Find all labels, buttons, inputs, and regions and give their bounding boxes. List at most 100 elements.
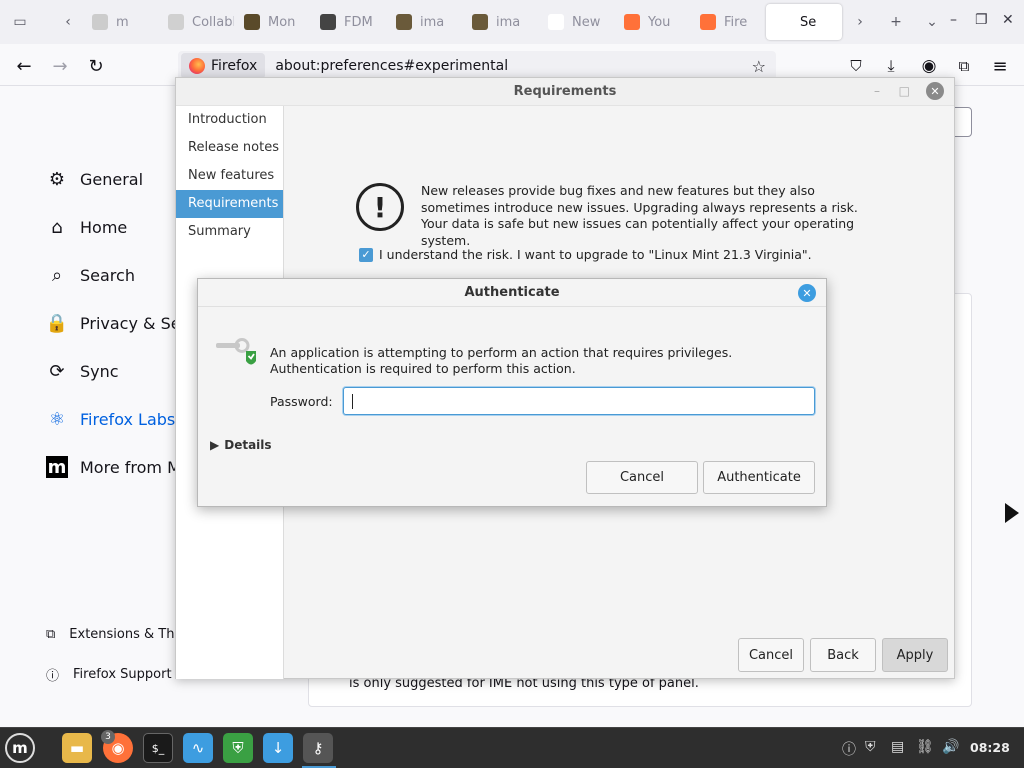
files-icon[interactable]: ▬ [62,733,92,763]
mint-menu-icon[interactable]: m [5,733,35,763]
gear-icon [776,14,792,30]
restore-icon[interactable]: ❐ [975,12,988,28]
search-icon: ⌕ [51,264,63,286]
system-monitor-icon[interactable]: ∿ [183,733,213,763]
browser-tab[interactable]: New [538,4,614,40]
notification-icon[interactable]: ⓘ [842,739,856,759]
extensions-themes-link[interactable]: ⧉ Extensions & Th [46,627,174,642]
tab-strip: ▭ ‹ m CollabN Mon FDM ima ima New You Fire Se › +… [0,0,1024,44]
upgrade-back-button[interactable]: Back [810,638,876,672]
labs-icon: ⚛ [48,408,66,430]
terminal-icon[interactable]: $_ [143,733,173,763]
settings-category-label: Home [80,217,128,237]
settings-category-label: Firefox Labs [80,409,176,429]
new-tab-icon[interactable]: + [882,8,910,36]
browser-tab[interactable]: FDM [310,4,386,40]
menu-icon[interactable]: ≡ [988,54,1012,78]
reload-icon[interactable]: ↻ [84,54,108,78]
settings-category[interactable]: ⟳ Sync [46,360,118,382]
browser-tab[interactable]: ima [386,4,462,40]
extensions-themes-label: Extensions & Th [69,627,175,642]
upgrade-step-item[interactable]: Requirements [176,190,283,218]
settings-category[interactable]: ⚙ General [46,168,143,190]
close-window-icon[interactable]: ✕ [1002,12,1014,28]
tab-label: CollabN [192,14,234,30]
scroll-tabs-right-icon[interactable]: › [846,8,874,36]
upgrade-step-item[interactable]: New features [176,162,283,190]
upgrade-step-item[interactable]: Introduction [176,106,283,134]
identity-box[interactable]: Firefox [181,53,266,79]
tab-favicon-icon [244,14,260,30]
tab-label: New [572,14,601,30]
clipboard-icon[interactable]: ▤ [891,739,904,755]
expander-arrow-icon: ▶ [210,438,220,452]
text-caret [352,394,353,409]
bookmark-star-icon[interactable]: ☆ [752,57,766,76]
update-manager-icon[interactable]: ⛨ [223,733,253,763]
settings-category[interactable]: ⌕ Search [46,264,135,286]
auth-close-icon[interactable]: ✕ [798,284,816,302]
upgrade-dialog-title: Requirements [176,78,954,106]
account-icon[interactable]: ◉ [917,54,941,78]
downloads-icon[interactable]: ⤓ [879,54,903,78]
upgrade-step-item[interactable]: Summary [176,218,283,246]
tab-favicon-icon [700,14,716,30]
forward-icon[interactable]: → [48,54,72,78]
browser-tab[interactable]: CollabN [158,4,234,40]
settings-category-label: General [80,169,144,189]
tab-list-icon[interactable]: ▭ [6,8,34,36]
list-all-tabs-icon[interactable]: ⌄ [918,8,946,36]
home-icon: ⌂ [51,216,63,238]
url-text[interactable]: about:preferences#experimental [275,58,508,74]
browser-tab[interactable]: Se [766,4,842,40]
tab-label: You [648,14,671,30]
upgrade-apply-button[interactable]: Apply [882,638,948,672]
download-manager-icon[interactable]: ↓ [263,733,293,763]
upgrade-cancel-button[interactable]: Cancel [738,638,804,672]
risk-checkbox-row[interactable]: ✓ I understand the risk. I want to upgra… [359,247,812,262]
password-field[interactable] [343,387,815,415]
browser-tab[interactable]: ima [462,4,538,40]
upgrade-minimize-icon[interactable]: – [874,84,880,98]
settings-category[interactable]: ⌂ Home [46,216,127,238]
auth-cancel-button[interactable]: Cancel [586,461,698,494]
shield-tray-icon[interactable]: ⛨ [865,739,876,755]
risk-label[interactable]: I understand the risk. I want to upgrade… [379,247,812,262]
tab-label: FDM [344,14,373,30]
settings-category[interactable]: 🔒 Privacy & Sec [45,312,190,334]
pocket-icon[interactable]: ⛉ [844,54,868,78]
browser-tab[interactable]: You [614,4,690,40]
browser-tab[interactable]: Mon [234,4,310,40]
upgrade-maximize-icon[interactable]: □ [899,84,910,98]
tab-favicon-icon [624,14,640,30]
extensions-icon[interactable]: ⧉ [952,54,976,78]
tab-favicon-icon [168,14,184,30]
warning-icon: ! [356,183,404,231]
tab-favicon-icon [472,14,488,30]
settings-category[interactable]: m More from M [46,456,181,478]
upgrade-step-item[interactable]: Release notes [176,134,283,162]
volume-icon[interactable]: 🔊 [942,739,959,755]
lock-icon: 🔒 [45,312,69,334]
firefox-icon [189,58,205,74]
network-icon[interactable]: ⛓ [916,739,934,755]
browser-tab[interactable]: m [82,4,158,40]
tab-label: Se [800,14,817,30]
clock[interactable]: 08:28 [970,740,1010,755]
auth-dialog-title: Authenticate [198,279,826,307]
taskbar: m ▬ ◉ 3 $_ ∿ ⛨ ↓ ⚷ ⓘ ⛨ ▤ ⛓ 🔊 08:28 [0,727,1024,768]
tab-favicon-icon [320,14,336,30]
settings-category[interactable]: ⚛ Firefox Labs [46,408,175,430]
tab-label: ima [420,14,445,30]
back-icon[interactable]: ← [12,54,36,78]
authenticate-button[interactable]: Authenticate [703,461,815,494]
minimize-icon[interactable]: – [950,12,957,28]
browser-tab[interactable]: Fire [690,4,766,40]
authenticate-window-icon[interactable]: ⚷ [303,733,333,763]
firefox-support-link[interactable]: ⓘ Firefox Support [46,665,172,684]
scroll-tabs-left-icon[interactable]: ‹ [54,8,82,36]
risk-checkbox[interactable]: ✓ [359,247,373,262]
details-expander[interactable]: ▶ Details [210,438,272,452]
puzzle-icon: ⧉ [46,627,56,642]
upgrade-close-icon[interactable]: ✕ [926,82,944,100]
